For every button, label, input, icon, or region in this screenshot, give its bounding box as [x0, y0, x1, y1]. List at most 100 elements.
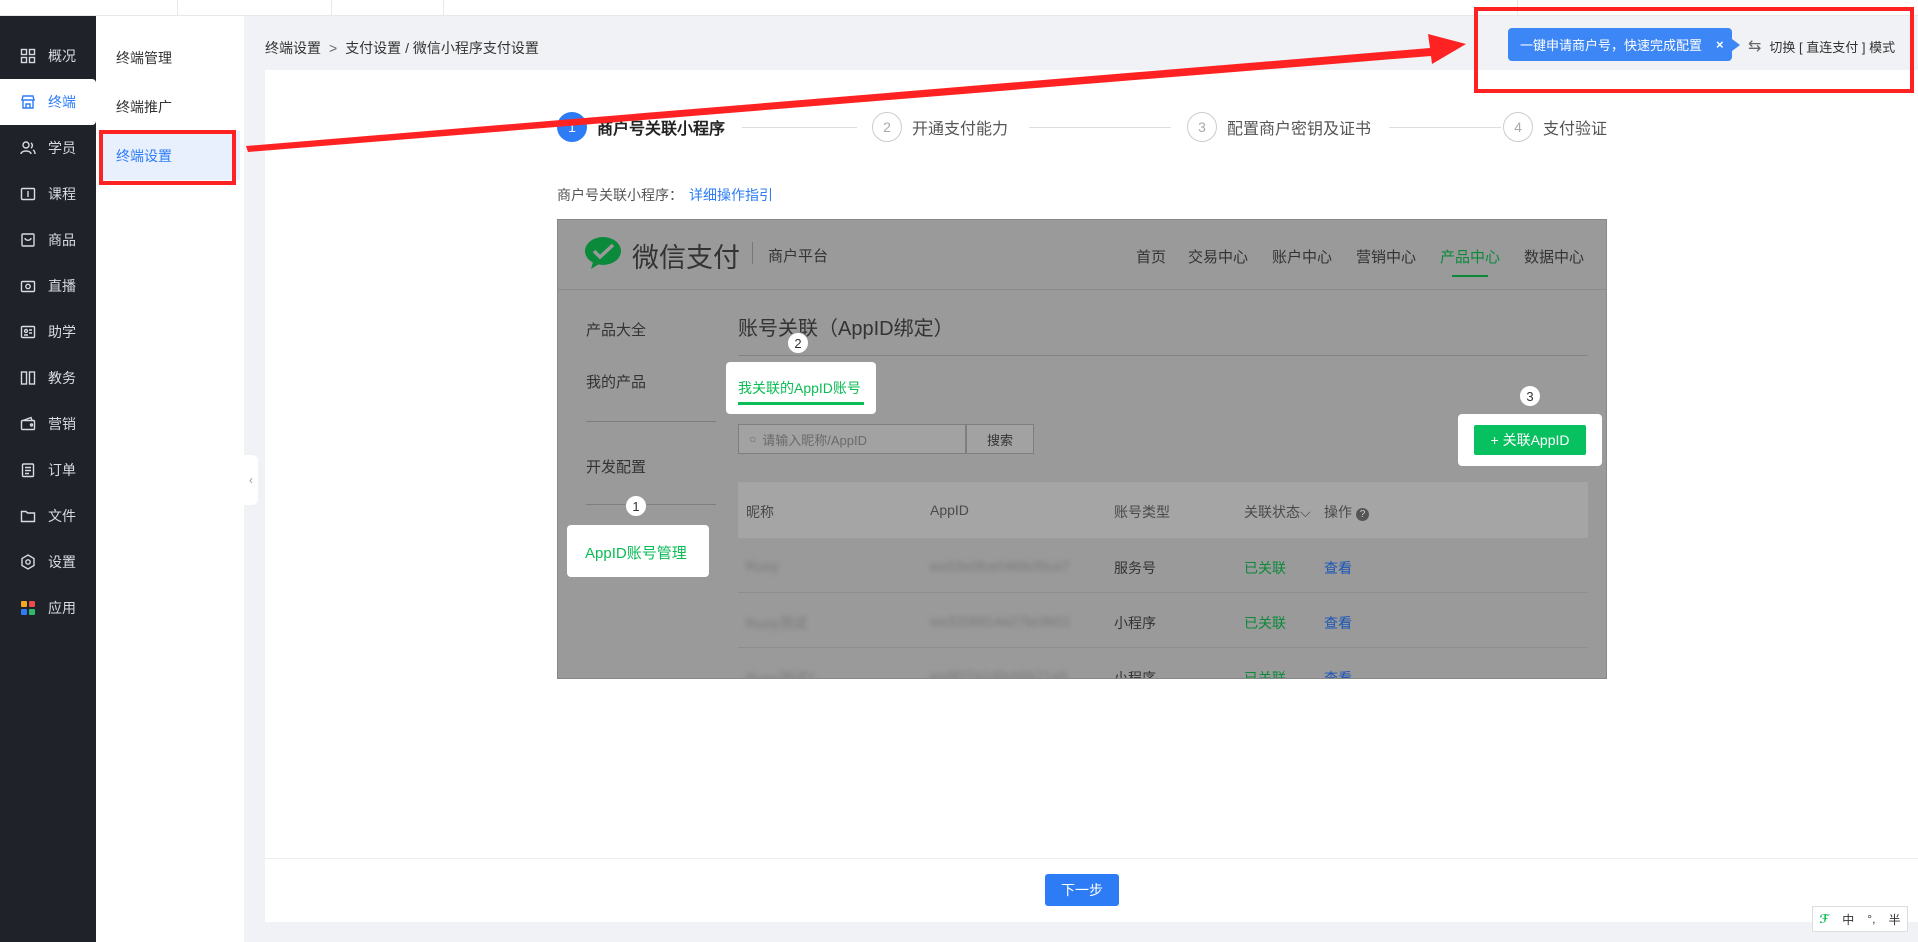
wechat-left-menu-my-products: 我的产品: [586, 374, 647, 391]
cell-type: 服务号: [1114, 560, 1156, 576]
table-row: Ruoy wx03e0fce0468cf5ce7 服务号 已关联 查看: [738, 538, 1588, 593]
step-1: 1 商户号关联小程序: [557, 112, 725, 142]
ime-punct: °,: [1867, 912, 1876, 926]
sidebar-item-apps[interactable]: 应用: [0, 585, 96, 631]
live-icon: [20, 278, 36, 294]
top-strip-segment: [332, 0, 444, 16]
sidebar-item-label: 教务: [48, 370, 76, 386]
step-4: 4 支付验证: [1503, 112, 1607, 142]
step-label: 商户号关联小程序: [597, 121, 726, 138]
sidebar-item-academic[interactable]: 教务: [0, 355, 96, 401]
step-connector: [742, 127, 857, 128]
left-menu-divider: [586, 421, 716, 422]
sidebar-item-label: 营销: [48, 416, 76, 432]
section-title: 账号关联（AppID绑定）: [738, 318, 954, 340]
annotation-box-topright: [1474, 7, 1914, 93]
cell-status: 已关联: [1244, 560, 1286, 576]
ime-status-widget[interactable]: ℱ 中 °, 半: [1812, 906, 1908, 932]
wallet-icon: [20, 416, 36, 432]
sidebar-item-label: 终端: [48, 94, 76, 110]
step-label: 支付验证: [1543, 121, 1608, 138]
table-header: 昵称 AppID 账号类型 关联状态⌵ 操作?: [738, 482, 1588, 538]
sidebar-item-files[interactable]: 文件: [0, 493, 96, 539]
wechat-nav-home: 首页: [1136, 249, 1167, 266]
step-3: 3 配置商户密钥及证书: [1187, 112, 1371, 142]
search-placeholder: 请输入昵称/AppID: [762, 432, 867, 448]
sidebar-item-terminal[interactable]: 终端: [0, 79, 96, 125]
step-number: 3: [1187, 112, 1217, 142]
wechat-pay-logo-icon: [585, 237, 621, 269]
wechat-left-menu-all-products: 产品大全: [586, 322, 647, 339]
book-icon: [20, 370, 36, 386]
annotation-badge-1: 1: [625, 495, 647, 517]
highlight-tab-box: 我关联的AppID账号: [726, 362, 876, 414]
sidebar-item-orders[interactable]: 订单: [0, 447, 96, 493]
submenu-item-terminal-promote[interactable]: 终端推广: [96, 82, 244, 131]
course-icon: [20, 186, 36, 202]
cell-view-link: 查看: [1324, 560, 1352, 576]
th-appid: AppID: [930, 502, 969, 518]
th-nickname: 昵称: [746, 504, 774, 520]
step-number: 1: [557, 112, 587, 142]
sidebar-item-students[interactable]: 学员: [0, 125, 96, 171]
cell-type: 小程序: [1114, 615, 1156, 631]
ime-logo-icon: ℱ: [1819, 912, 1830, 926]
sidebar-item-assist[interactable]: 助学: [0, 309, 96, 355]
wechat-nav-trade: 交易中心: [1188, 249, 1249, 266]
table-row: Ruoy测试 wx3206814a27bc9b01 小程序 已关联 查看: [738, 593, 1588, 648]
annotation-box-settings: [99, 130, 236, 185]
add-appid-button: + 关联AppID: [1474, 425, 1586, 455]
merchant-platform-label: 商户平台: [768, 248, 829, 265]
breadcrumb-current: 支付设置 / 微信小程序支付设置: [345, 40, 539, 56]
wechat-search-input: ○ 请输入昵称/AppID: [738, 424, 966, 454]
cell-nickname: Ruoy测试2: [746, 670, 815, 679]
cell-status: 已关联: [1244, 670, 1286, 679]
step-label: 配置商户密钥及证书: [1227, 121, 1372, 138]
folder-icon: [20, 508, 36, 524]
assist-icon: [20, 324, 36, 340]
sidebar-item-goods[interactable]: 商品: [0, 217, 96, 263]
collapse-sidebar-button[interactable]: ‹: [244, 455, 258, 505]
sidebar-item-courses[interactable]: 课程: [0, 171, 96, 217]
tab-my-appid: 我关联的AppID账号: [738, 380, 861, 396]
wechat-nav-marketing: 营销中心: [1356, 249, 1417, 266]
help-icon: ?: [1356, 508, 1369, 521]
sidebar-item-live[interactable]: 直播: [0, 263, 96, 309]
guide-link[interactable]: 详细操作指引: [689, 187, 773, 203]
ime-mode: 中: [1842, 912, 1855, 927]
step-number: 4: [1503, 112, 1533, 142]
th-link-status: 关联状态⌵: [1244, 504, 1311, 520]
wechat-pay-screenshot: 微信支付 商户平台 首页 交易中心 账户中心 营销中心 产品中心 数据中心 产品…: [557, 219, 1607, 679]
next-step-button[interactable]: 下一步: [1045, 874, 1119, 906]
users-icon: [20, 140, 36, 156]
wechat-search-button: 搜索: [966, 424, 1034, 454]
step-2: 2 开通支付能力: [872, 112, 1008, 142]
sidebar-item-settings[interactable]: 设置: [0, 539, 96, 585]
search-icon: ○: [749, 432, 757, 446]
wechat-left-menu-dev-config: 开发配置: [586, 459, 647, 476]
sidebar-item-label: 概况: [48, 48, 76, 64]
sidebar-item-label: 课程: [48, 186, 76, 202]
sidebar-item-label: 直播: [48, 278, 76, 294]
cell-appid: wx03e0fce0468cf5ce7: [930, 558, 1070, 574]
guide-row: 商户号关联小程序： 详细操作指引: [557, 185, 773, 205]
cell-nickname: Ruoy测试: [746, 615, 807, 631]
section-divider: [738, 355, 1588, 356]
chevron-left-icon: ‹: [249, 473, 253, 487]
apps-icon: [20, 600, 36, 616]
breadcrumb-link[interactable]: 终端设置: [265, 40, 321, 56]
step-label: 开通支付能力: [912, 121, 1009, 138]
sidebar-item-label: 商品: [48, 232, 76, 248]
wechat-nav-data: 数据中心: [1524, 249, 1585, 266]
top-strip-segment: [0, 0, 178, 16]
sidebar-item-overview[interactable]: 概况: [0, 33, 96, 79]
ime-width: 半: [1888, 912, 1901, 927]
highlight-appid-mgmt-box: AppID账号管理: [567, 525, 709, 577]
sidebar-item-marketing[interactable]: 营销: [0, 401, 96, 447]
cell-nickname: Ruoy: [746, 558, 779, 574]
header-divider: [752, 242, 753, 264]
bag-icon: [20, 232, 36, 248]
submenu-item-terminal-manage[interactable]: 终端管理: [96, 33, 244, 82]
order-icon: [20, 462, 36, 478]
step-connector: [1029, 127, 1171, 128]
